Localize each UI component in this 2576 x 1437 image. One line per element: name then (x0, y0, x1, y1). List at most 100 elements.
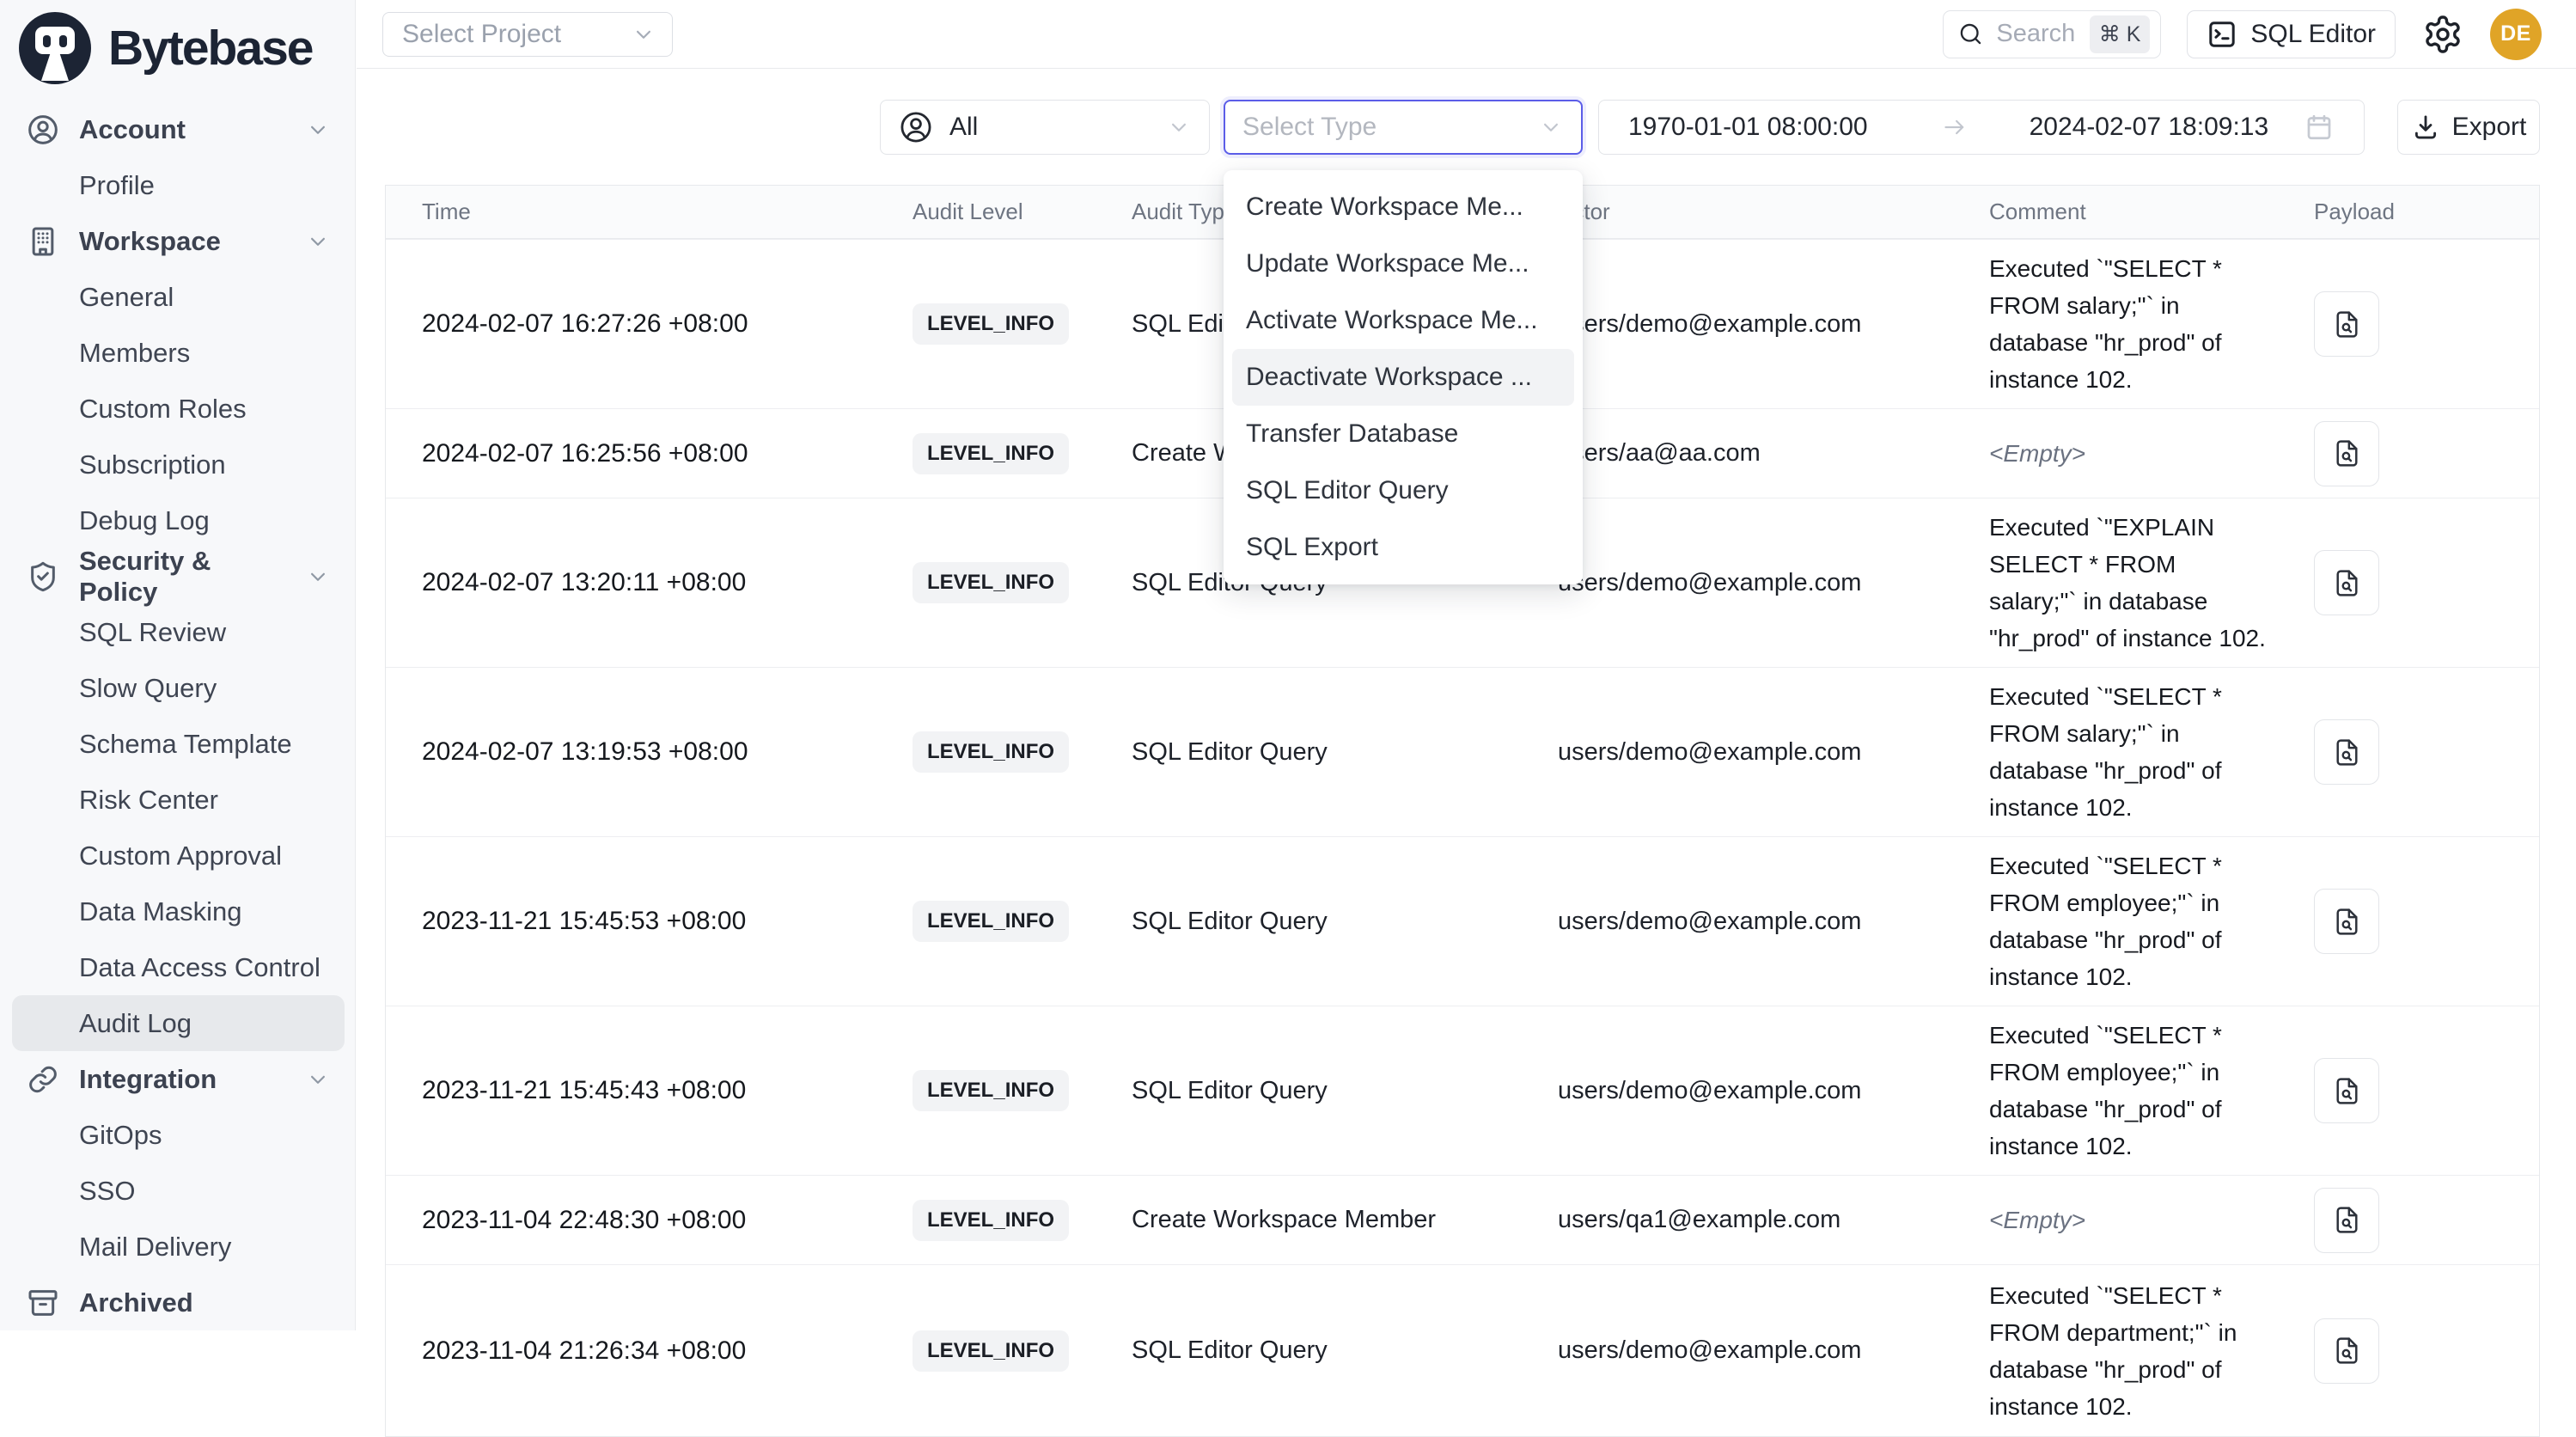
date-range-end[interactable]: 2024-02-07 18:09:13 (2030, 113, 2269, 142)
audit-level-badge: LEVEL_INFO (913, 1200, 1069, 1241)
sidebar-group-integration[interactable]: Integration (12, 1051, 345, 1107)
sidebar-item-members[interactable]: Members (12, 325, 345, 381)
menu-option-sql-editor-query[interactable]: SQL Editor Query (1232, 462, 1574, 519)
view-payload-button[interactable] (2314, 550, 2379, 615)
menu-option-deactivate-workspace[interactable]: Deactivate Workspace ... (1232, 349, 1574, 406)
date-range-start[interactable]: 1970-01-01 08:00:00 (1628, 113, 1868, 142)
cell-audit-level: LEVEL_INFO (897, 901, 1109, 942)
audit-level-badge: LEVEL_INFO (913, 562, 1069, 603)
actor-filter-value: All (949, 113, 978, 142)
cell-comment: Executed `"SELECT * FROM employee;"` in … (1970, 1006, 2293, 1175)
sidebar-item-slow-query[interactable]: Slow Query (12, 660, 345, 716)
bytebase-logo-icon (19, 12, 91, 84)
sidebar-item-risk-center[interactable]: Risk Center (12, 772, 345, 828)
sidebar-item-profile[interactable]: Profile (12, 157, 345, 213)
view-payload-button[interactable] (2314, 1188, 2379, 1253)
sidebar-group-account[interactable]: Account (12, 101, 345, 157)
cell-comment: Executed `"SELECT * FROM employee;"` in … (1970, 837, 2293, 1006)
cell-actor: users/demo@example.com (1539, 908, 1970, 936)
table-row: 2023-11-04 21:26:34 +08:00LEVEL_INFOSQL … (386, 1264, 2539, 1436)
sidebar-item-debug-log[interactable]: Debug Log (12, 492, 345, 548)
type-filter-select[interactable]: Select Type (1224, 100, 1583, 155)
sidebar-item-sql-review[interactable]: SQL Review (12, 604, 345, 660)
calendar-icon (2304, 112, 2335, 143)
chevron-down-icon (305, 1067, 331, 1092)
cell-audit-level: LEVEL_INFO (897, 562, 1109, 603)
cell-time: 2024-02-07 13:19:53 +08:00 (386, 737, 897, 767)
view-payload-button[interactable] (2314, 1318, 2379, 1384)
sidebar-item-schema-template[interactable]: Schema Template (12, 716, 345, 772)
brand-name: Bytebase (108, 20, 312, 76)
cell-time: 2023-11-21 15:45:43 +08:00 (386, 1076, 897, 1105)
sidebar-group-archived[interactable]: Archived (12, 1275, 345, 1330)
cell-audit-type: SQL Editor Query (1109, 738, 1539, 767)
sidebar: Bytebase AccountProfileWorkspaceGeneralM… (0, 0, 356, 1330)
sidebar-item-data-access-control[interactable]: Data Access Control (12, 939, 345, 995)
project-select[interactable]: Select Project (382, 12, 673, 57)
menu-option-create-workspace-me[interactable]: Create Workspace Me... (1232, 179, 1574, 235)
file-search-icon (2331, 906, 2363, 938)
cell-actor: users/demo@example.com (1539, 738, 1970, 767)
sidebar-group-label: Integration (79, 1064, 217, 1095)
search-shortcut-badge: ⌘ K (2090, 15, 2151, 53)
shield-check-icon (26, 560, 60, 594)
view-payload-button[interactable] (2314, 291, 2379, 357)
sidebar-item-label: Data Access Control (79, 952, 320, 983)
avatar[interactable]: DE (2490, 9, 2542, 60)
column-header-audit-level: Audit Level (897, 199, 1109, 225)
sidebar-group-workspace[interactable]: Workspace (12, 213, 345, 269)
search-input[interactable]: Search ⌘ K (1943, 10, 2161, 58)
sidebar-item-sso[interactable]: SSO (12, 1163, 345, 1219)
audit-level-badge: LEVEL_INFO (913, 303, 1069, 345)
cell-actor: users/qa1@example.com (1539, 1206, 1970, 1234)
user-circle-icon (898, 109, 934, 145)
file-search-icon (2331, 1204, 2363, 1236)
sidebar-item-general[interactable]: General (12, 269, 345, 325)
sidebar-item-audit-log[interactable]: Audit Log (12, 995, 345, 1051)
sidebar-item-label: Schema Template (79, 729, 292, 760)
user-circle-icon (26, 113, 60, 147)
date-range-picker[interactable]: 1970-01-01 08:00:00 2024-02-07 18:09:13 (1598, 100, 2365, 155)
view-payload-button[interactable] (2314, 1058, 2379, 1123)
cell-payload (2293, 291, 2541, 357)
cell-audit-level: LEVEL_INFO (897, 1330, 1109, 1372)
project-select-placeholder: Select Project (402, 20, 561, 49)
file-search-icon (2331, 567, 2363, 599)
cell-time: 2023-11-04 22:48:30 +08:00 (386, 1206, 897, 1235)
export-button[interactable]: Export (2397, 100, 2540, 155)
cell-actor: users/demo@example.com (1539, 569, 1970, 597)
cell-payload (2293, 1058, 2541, 1123)
sidebar-item-subscription[interactable]: Subscription (12, 437, 345, 492)
cell-payload (2293, 1188, 2541, 1253)
menu-option-sql-export[interactable]: SQL Export (1232, 519, 1574, 576)
settings-button[interactable] (2421, 13, 2464, 56)
sidebar-group-security-policy[interactable]: Security & Policy (12, 548, 345, 604)
cell-time: 2024-02-07 16:25:56 +08:00 (386, 439, 897, 468)
sidebar-item-gitops[interactable]: GitOps (12, 1107, 345, 1163)
sidebar-item-data-masking[interactable]: Data Masking (12, 884, 345, 939)
column-header-comment: Comment (1970, 188, 2293, 235)
cell-payload (2293, 421, 2541, 486)
view-payload-button[interactable] (2314, 719, 2379, 785)
sidebar-item-mail-delivery[interactable]: Mail Delivery (12, 1219, 345, 1275)
sidebar-item-label: GitOps (79, 1120, 162, 1151)
sql-editor-button[interactable]: SQL Editor (2187, 10, 2396, 58)
sidebar-item-custom-approval[interactable]: Custom Approval (12, 828, 345, 884)
menu-option-activate-workspace-me[interactable]: Activate Workspace Me... (1232, 292, 1574, 349)
view-payload-button[interactable] (2314, 421, 2379, 486)
column-header-time: Time (386, 199, 897, 225)
cell-time: 2024-02-07 16:27:26 +08:00 (386, 309, 897, 339)
table-row: 2023-11-21 15:45:53 +08:00LEVEL_INFOSQL … (386, 836, 2539, 1006)
sidebar-item-label: Profile (79, 170, 155, 201)
column-header-payload: Payload (2293, 199, 2541, 225)
actor-filter-select[interactable]: All (880, 100, 1210, 155)
cell-comment: <Empty> (1970, 1191, 2293, 1249)
view-payload-button[interactable] (2314, 889, 2379, 954)
menu-option-transfer-database[interactable]: Transfer Database (1232, 406, 1574, 462)
menu-option-update-workspace-me[interactable]: Update Workspace Me... (1232, 235, 1574, 292)
sidebar-item-label: Risk Center (79, 785, 218, 816)
sidebar-item-label: Debug Log (79, 505, 210, 536)
sidebar-item-custom-roles[interactable]: Custom Roles (12, 381, 345, 437)
audit-level-badge: LEVEL_INFO (913, 1070, 1069, 1111)
audit-level-badge: LEVEL_INFO (913, 901, 1069, 942)
